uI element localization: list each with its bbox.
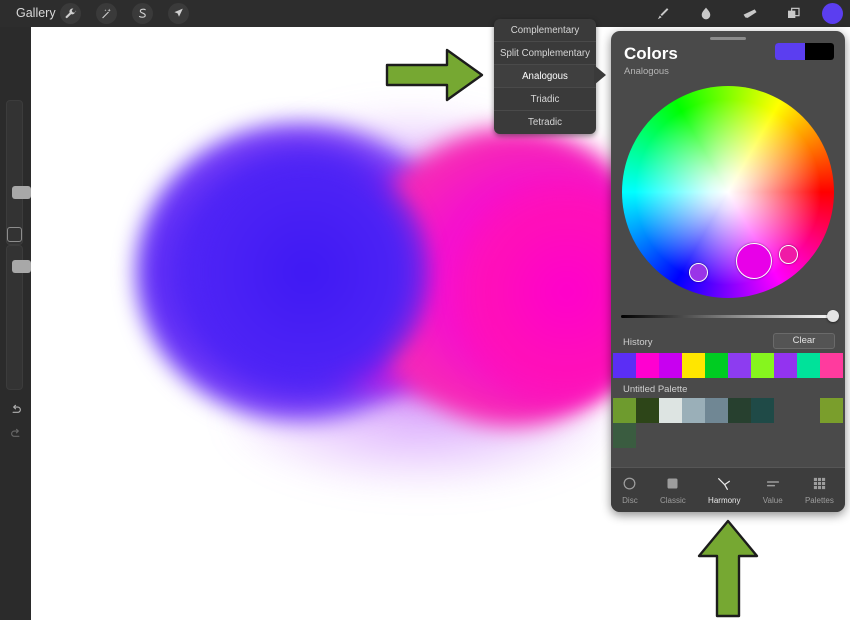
- brush-size-slider[interactable]: [6, 100, 31, 245]
- grid-dots-icon: [812, 476, 827, 492]
- palette-label: Untitled Palette: [623, 384, 688, 395]
- palette-swatch[interactable]: [613, 398, 636, 423]
- palette-swatch[interactable]: [820, 398, 843, 423]
- smudge-icon[interactable]: [694, 3, 718, 24]
- palette-swatch-empty[interactable]: [774, 398, 797, 423]
- palette-swatch-empty[interactable]: [659, 423, 682, 448]
- menu-item-analogous[interactable]: Analogous: [494, 65, 596, 88]
- history-swatch[interactable]: [613, 353, 636, 378]
- tab-classic-label: Classic: [659, 495, 686, 505]
- paintbrush-icon[interactable]: [650, 3, 674, 24]
- tab-harmony[interactable]: Harmony: [697, 468, 752, 512]
- eraser-icon[interactable]: [738, 3, 762, 24]
- history-swatch[interactable]: [751, 353, 774, 378]
- history-swatch[interactable]: [705, 353, 728, 378]
- color-swatch-pair: [775, 43, 834, 60]
- palette-swatch[interactable]: [659, 398, 682, 423]
- colors-panel-tabbar: Disc Classic Harmony Value Palettes: [611, 467, 845, 512]
- panel-subtitle: Analogous: [624, 66, 669, 77]
- harmony-mode-menu: Complementary Split Complementary Analog…: [494, 19, 596, 134]
- menu-item-complementary[interactable]: Complementary: [494, 19, 596, 42]
- tab-palettes-label: Palettes: [804, 495, 834, 505]
- circle-outline-icon: [622, 476, 637, 492]
- value-lines-icon: [765, 476, 781, 492]
- history-swatch-strip: [613, 353, 843, 378]
- harmony-branch-icon: [716, 476, 732, 492]
- brightness-slider[interactable]: [621, 315, 836, 318]
- history-swatch[interactable]: [774, 353, 797, 378]
- brightness-slider-knob[interactable]: [827, 310, 839, 322]
- brush-size-knob[interactable]: [12, 186, 31, 199]
- color-wheel-container[interactable]: [619, 83, 837, 301]
- magic-wand-icon[interactable]: [96, 3, 117, 24]
- left-toolbar: [0, 27, 31, 620]
- panel-title: Colors: [624, 44, 678, 63]
- palette-swatch[interactable]: [636, 398, 659, 423]
- palette-row: [613, 423, 843, 448]
- tab-value[interactable]: Value: [752, 468, 794, 512]
- tab-disc[interactable]: Disc: [611, 468, 649, 512]
- history-swatch[interactable]: [797, 353, 820, 378]
- tab-palettes[interactable]: Palettes: [794, 468, 845, 512]
- color-wheel[interactable]: [622, 86, 834, 298]
- palette-swatch-empty[interactable]: [728, 423, 751, 448]
- palette-swatch-empty[interactable]: [820, 423, 843, 448]
- palette-swatch[interactable]: [751, 398, 774, 423]
- palette-swatch[interactable]: [728, 398, 751, 423]
- wheel-marker-harmony-2[interactable]: [779, 245, 798, 264]
- palette-swatch[interactable]: [613, 423, 636, 448]
- palette-swatch-empty[interactable]: [797, 423, 820, 448]
- selection-s-icon[interactable]: [132, 3, 153, 24]
- wrench-icon[interactable]: [60, 3, 81, 24]
- menu-item-tetradic[interactable]: Tetradic: [494, 111, 596, 134]
- palette-swatch-empty[interactable]: [682, 423, 705, 448]
- tab-classic[interactable]: Classic: [649, 468, 697, 512]
- tab-harmony-label: Harmony: [708, 495, 741, 505]
- square-filled-icon: [665, 476, 680, 492]
- brush-opacity-knob[interactable]: [12, 260, 31, 273]
- top-toolbar: Gallery: [0, 0, 850, 27]
- clear-history-button[interactable]: Clear: [773, 333, 835, 349]
- history-swatch[interactable]: [820, 353, 843, 378]
- annotation-arrow-up: [695, 518, 761, 620]
- palette-swatch[interactable]: [705, 398, 728, 423]
- palette-swatch-empty[interactable]: [774, 423, 797, 448]
- gallery-button[interactable]: Gallery: [8, 0, 64, 27]
- history-swatch[interactable]: [682, 353, 705, 378]
- colors-panel: Colors Analogous History Clear Untitled …: [611, 31, 845, 512]
- annotation-arrow-right: [385, 47, 485, 108]
- arrow-transform-icon[interactable]: [168, 3, 189, 24]
- primary-color-swatch[interactable]: [775, 43, 805, 60]
- modify-square-button[interactable]: [7, 227, 22, 242]
- palette-swatch-empty[interactable]: [705, 423, 728, 448]
- tab-disc-label: Disc: [622, 495, 638, 505]
- artwork-violet-core: [181, 147, 431, 397]
- wheel-marker-harmony-1[interactable]: [689, 263, 708, 282]
- palette-swatch-empty[interactable]: [751, 423, 774, 448]
- wheel-marker-primary[interactable]: [736, 243, 772, 279]
- palette-swatch[interactable]: [682, 398, 705, 423]
- history-swatch[interactable]: [728, 353, 751, 378]
- history-swatch[interactable]: [659, 353, 682, 378]
- brush-opacity-slider[interactable]: [6, 245, 31, 390]
- redo-button[interactable]: [0, 423, 31, 445]
- layers-icon[interactable]: [782, 3, 806, 24]
- active-color-button[interactable]: [822, 3, 843, 24]
- history-swatch[interactable]: [636, 353, 659, 378]
- menu-item-triadic[interactable]: Triadic: [494, 88, 596, 111]
- tab-value-label: Value: [762, 495, 783, 505]
- history-label: History: [623, 337, 653, 348]
- menu-pointer-notch: [594, 65, 606, 85]
- secondary-color-swatch[interactable]: [804, 43, 834, 60]
- menu-item-split-complementary[interactable]: Split Complementary: [494, 42, 596, 65]
- palette-row: [613, 398, 843, 423]
- panel-drag-handle[interactable]: [710, 37, 746, 40]
- palette-swatch-empty[interactable]: [797, 398, 820, 423]
- undo-button[interactable]: [0, 399, 31, 421]
- palette-swatch-grid: [613, 398, 843, 448]
- palette-swatch-empty[interactable]: [636, 423, 659, 448]
